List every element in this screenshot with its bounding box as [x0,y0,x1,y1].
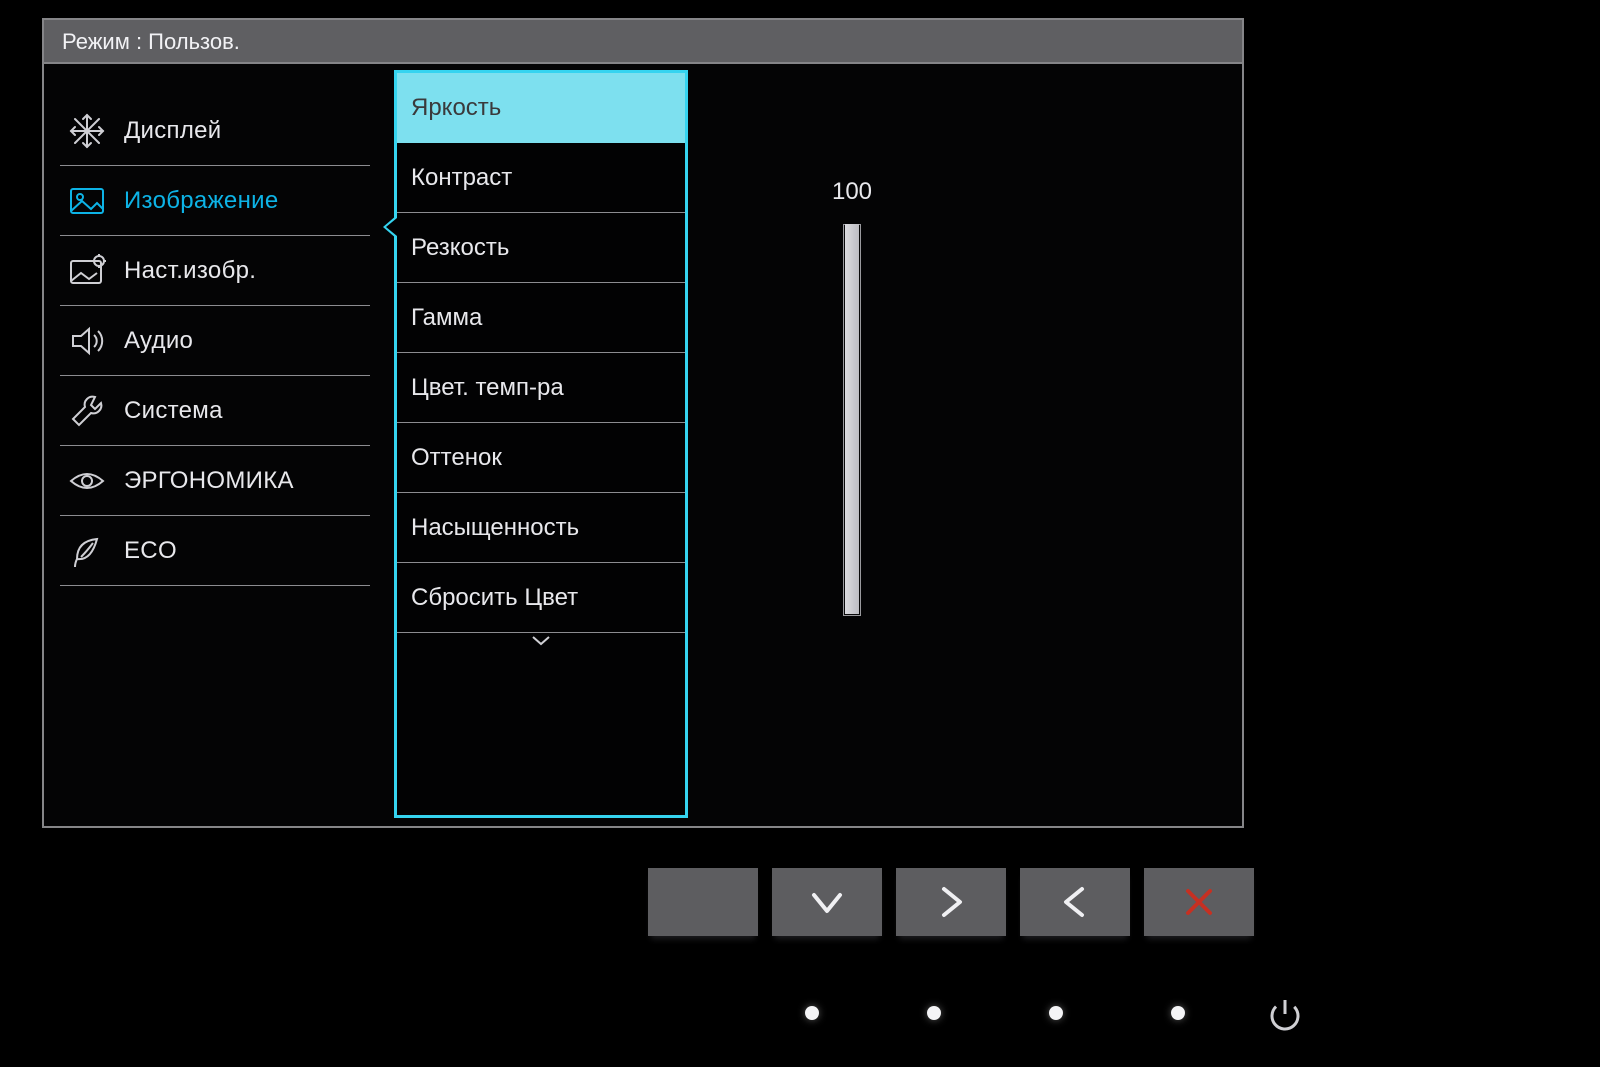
sidebar-item-label: ЭРГОНОМИКА [124,467,294,495]
blank-button[interactable] [648,868,758,936]
picture-gear-icon [66,250,108,292]
led-indicator [927,1006,941,1020]
osd-window: Режим : Пользов. Дисплей [42,18,1244,828]
sidebar-item-display[interactable]: Дисплей [60,96,370,166]
close-button[interactable] [1144,868,1254,936]
sidebar-item-label: Изображение [124,187,278,215]
chevron-down-icon [397,633,685,643]
down-button[interactable] [772,868,882,936]
left-button[interactable] [1020,868,1130,936]
led-indicator [1171,1006,1185,1020]
value-area: 100 [812,178,892,616]
sidebar-item-label: ECO [124,537,177,565]
brightness-slider[interactable] [843,224,861,616]
right-button[interactable] [896,868,1006,936]
submenu-pointer [383,215,397,239]
submenu-panel: Яркость Контраст Резкость Гамма Цвет. те… [394,70,688,818]
submenu-item-contrast[interactable]: Контраст [397,143,685,213]
power-icon[interactable] [1265,994,1305,1034]
value-number: 100 [812,178,892,206]
submenu-item-hue[interactable]: Оттенок [397,423,685,493]
led-indicator [1049,1006,1063,1020]
sidebar-item-label: Аудио [124,327,193,355]
sidebar-item-picture[interactable]: Изображение [60,166,370,236]
osd-body: Дисплей Изображение [44,64,1242,824]
hw-button-row [648,868,1254,936]
submenu-item-saturation[interactable]: Насыщенность [397,493,685,563]
sidebar-item-system[interactable]: Система [60,376,370,446]
sidebar-item-label: Наст.изобр. [124,257,256,285]
snowflake-icon [66,110,108,152]
osd-title: Режим : Пользов. [44,20,1242,64]
speaker-icon [66,320,108,362]
sidebar-item-label: Система [124,397,223,425]
sidebar-item-label: Дисплей [124,117,222,145]
sidebar-item-picture-adv[interactable]: Наст.изобр. [60,236,370,306]
submenu-item-reset[interactable]: Сбросить Цвет [397,563,685,633]
sidebar: Дисплей Изображение [60,96,370,586]
sidebar-item-eco[interactable]: ECO [60,516,370,586]
bezel-leds [805,1006,1185,1020]
wrench-icon [66,390,108,432]
submenu-item-sharpness[interactable]: Резкость [397,213,685,283]
submenu-item-brightness[interactable]: Яркость [397,73,685,143]
sidebar-item-ergonomics[interactable]: ЭРГОНОМИКА [60,446,370,516]
submenu-item-colortemp[interactable]: Цвет. темп-ра [397,353,685,423]
eye-icon [66,460,108,502]
picture-icon [66,180,108,222]
submenu-item-gamma[interactable]: Гамма [397,283,685,353]
slider-fill [845,224,859,614]
leaf-icon [66,530,108,572]
led-indicator [805,1006,819,1020]
sidebar-item-audio[interactable]: Аудио [60,306,370,376]
